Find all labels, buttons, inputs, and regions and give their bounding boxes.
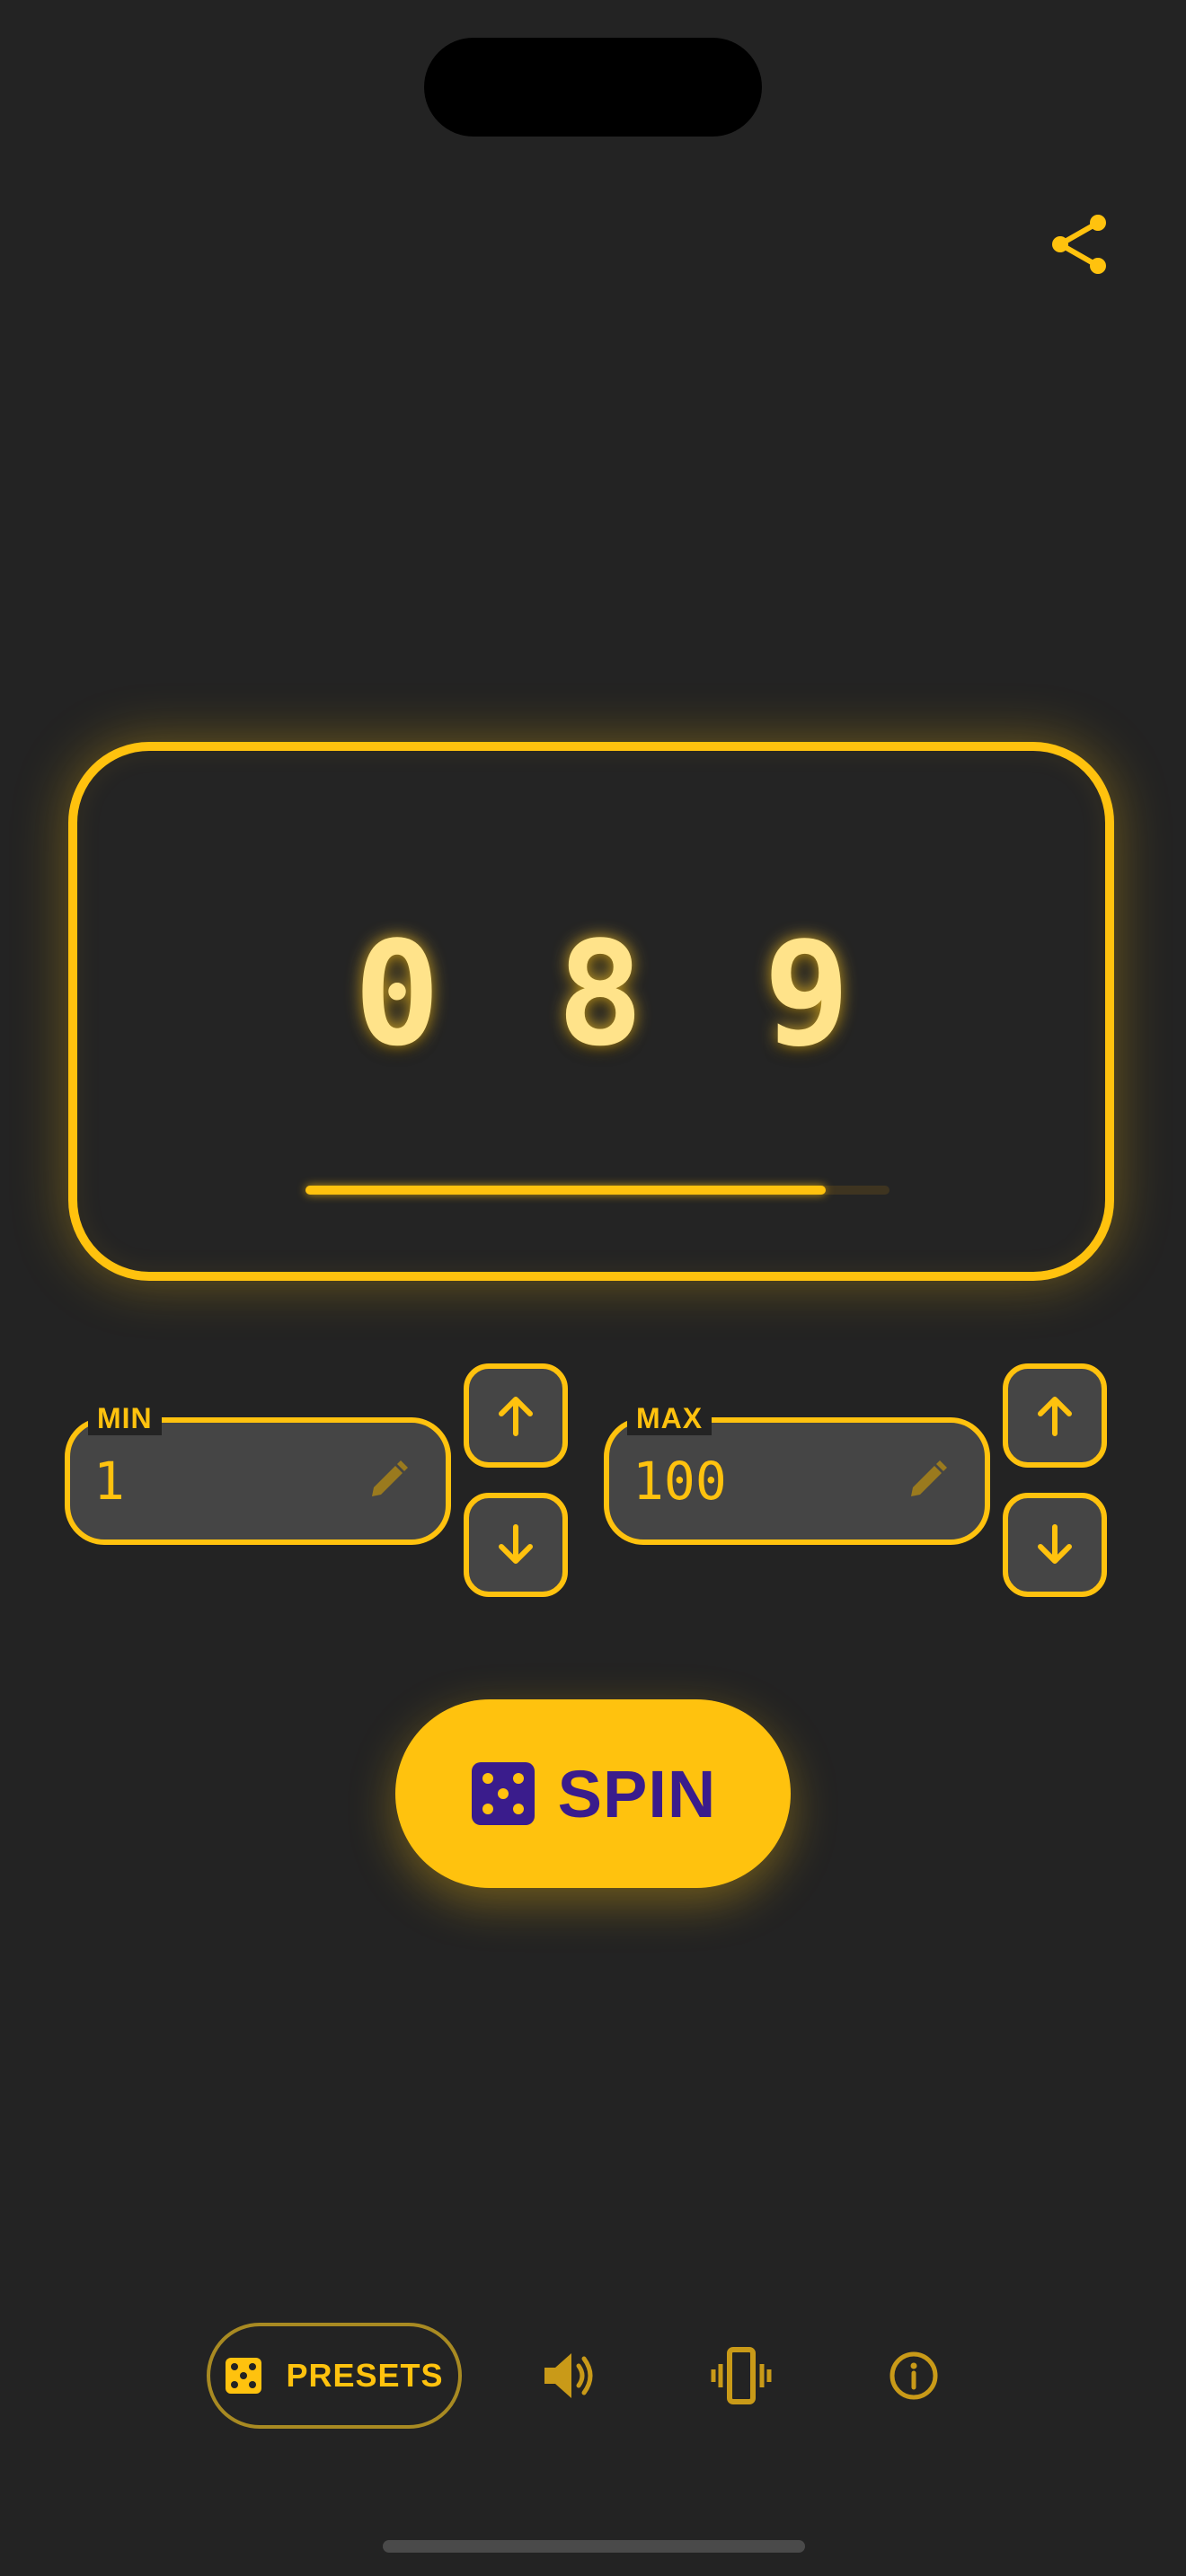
arrow-up-icon xyxy=(499,1397,533,1436)
presets-button[interactable]: PRESETS xyxy=(207,2323,462,2429)
vibration-icon xyxy=(711,2347,772,2404)
max-field[interactable]: MAX 100 xyxy=(604,1401,990,1545)
progress-track xyxy=(305,1186,890,1195)
result-digit-tens: 8 xyxy=(556,910,644,1078)
share-icon xyxy=(1052,215,1106,274)
min-decrement-button[interactable] xyxy=(464,1493,568,1597)
result-digit-hundreds: 0 xyxy=(353,910,441,1078)
min-field[interactable]: MIN 1 xyxy=(65,1401,451,1545)
pencil-icon xyxy=(911,1460,947,1496)
progress-fill xyxy=(305,1186,826,1195)
info-icon xyxy=(890,2351,938,2400)
dice-icon xyxy=(471,1762,535,1825)
max-label: MAX xyxy=(627,1401,712,1435)
min-edit-button[interactable] xyxy=(365,1457,412,1504)
max-edit-button[interactable] xyxy=(904,1457,951,1504)
sound-toggle[interactable] xyxy=(537,2344,600,2407)
dynamic-island xyxy=(424,38,762,137)
dice-icon xyxy=(226,2358,262,2394)
max-increment-button[interactable] xyxy=(1003,1363,1107,1468)
arrow-down-icon xyxy=(499,1524,533,1564)
min-increment-button[interactable] xyxy=(464,1363,568,1468)
speaker-icon xyxy=(544,2353,593,2398)
home-indicator xyxy=(383,2540,805,2553)
info-button[interactable] xyxy=(882,2344,945,2407)
pencil-icon xyxy=(372,1460,408,1496)
min-value[interactable]: 1 xyxy=(93,1450,125,1513)
result-digit-ones: 9 xyxy=(763,910,851,1078)
share-button[interactable] xyxy=(1048,212,1114,278)
spin-button[interactable]: SPIN xyxy=(395,1699,791,1888)
arrow-down-icon xyxy=(1038,1524,1072,1564)
arrow-up-icon xyxy=(1038,1397,1072,1436)
spin-label: SPIN xyxy=(557,1756,717,1831)
vibration-toggle[interactable] xyxy=(710,2344,773,2407)
result-display: 0 8 9 xyxy=(68,742,1114,1281)
presets-label: PRESETS xyxy=(286,2357,444,2394)
max-decrement-button[interactable] xyxy=(1003,1493,1107,1597)
max-value[interactable]: 100 xyxy=(633,1450,727,1513)
min-label: MIN xyxy=(88,1401,162,1435)
